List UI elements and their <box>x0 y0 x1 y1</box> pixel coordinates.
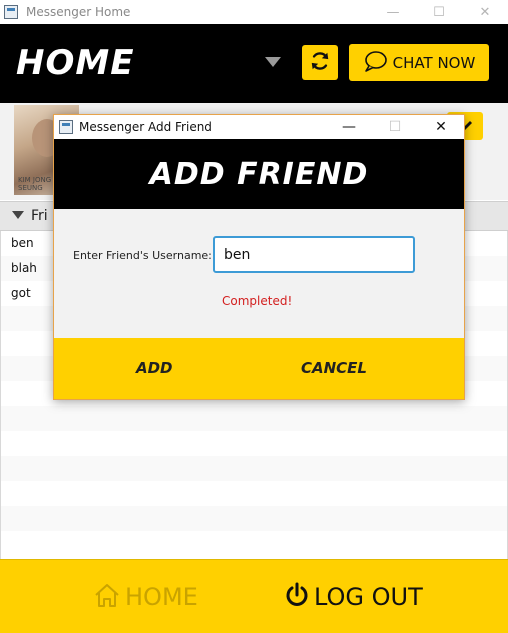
minimize-icon[interactable]: — <box>326 115 372 139</box>
refresh-button[interactable] <box>302 45 338 80</box>
close-icon[interactable]: ✕ <box>418 115 464 139</box>
status-message: Completed! <box>222 294 293 308</box>
list-item-empty <box>1 506 507 531</box>
dialog-heading: ADD FRIEND <box>149 156 369 192</box>
cancel-button[interactable]: CANCEL <box>301 359 367 377</box>
main-window-title: Messenger Home <box>26 5 131 19</box>
chat-now-label: CHAT NOW <box>392 53 476 72</box>
list-item-empty <box>1 406 507 431</box>
speech-bubble-icon <box>363 50 387 75</box>
username-input[interactable] <box>213 236 415 273</box>
footer-bar: HOME LOG OUT <box>0 559 508 633</box>
add-friend-dialog: Messenger Add Friend — ☐ ✕ ADD FRIEND En… <box>53 114 465 400</box>
avatar-caption-line1: KIM JONG <box>18 176 52 184</box>
username-field-label: Enter Friend's Username: <box>73 249 212 262</box>
friends-list-title: Fri <box>31 208 48 224</box>
list-item-empty <box>1 481 507 506</box>
dialog-title: Messenger Add Friend <box>79 120 212 134</box>
add-button[interactable]: ADD <box>136 359 173 377</box>
app-window-icon <box>4 5 18 19</box>
list-item-empty <box>1 431 507 456</box>
list-item-empty <box>1 531 507 556</box>
dropdown-arrow-icon[interactable] <box>265 57 281 67</box>
maximize-icon[interactable]: ☐ <box>372 115 418 139</box>
list-item-empty <box>1 456 507 481</box>
house-icon <box>93 582 121 612</box>
main-window-titlebar: Messenger Home — ☐ ✕ <box>0 0 508 24</box>
minimize-icon[interactable]: — <box>370 0 416 24</box>
avatar-caption-line2: SEUNG <box>18 184 43 192</box>
logout-button-label: LOG OUT <box>314 583 423 611</box>
main-window-controls: — ☐ ✕ <box>370 0 508 24</box>
dialog-titlebar[interactable]: Messenger Add Friend — ☐ ✕ <box>54 115 464 139</box>
avatar-caption: KIM JONG SEUNG <box>18 176 51 192</box>
chat-now-button[interactable]: CHAT NOW <box>349 44 489 81</box>
home-button-label: HOME <box>125 583 198 611</box>
refresh-icon <box>309 50 331 75</box>
app-header: HOME CHAT NOW <box>0 24 508 103</box>
page-title: HOME <box>16 43 135 83</box>
maximize-icon[interactable]: ☐ <box>416 0 462 24</box>
close-icon[interactable]: ✕ <box>462 0 508 24</box>
home-button[interactable]: HOME <box>93 582 198 612</box>
dialog-window-controls: — ☐ ✕ <box>326 115 464 139</box>
power-icon <box>284 582 310 612</box>
collapse-arrow-icon[interactable] <box>12 211 24 219</box>
dialog-button-bar: ADD CANCEL <box>54 338 464 399</box>
dialog-banner: ADD FRIEND <box>54 139 464 209</box>
app-window-icon <box>59 120 73 134</box>
logout-button[interactable]: LOG OUT <box>284 582 423 612</box>
